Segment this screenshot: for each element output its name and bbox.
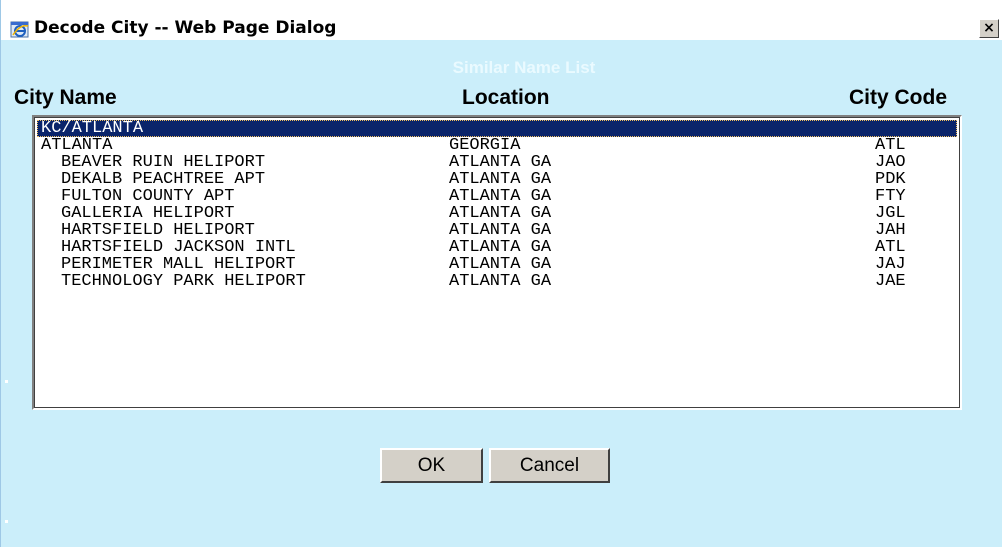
list-item-city-name: HARTSFIELD HELIPORT — [61, 221, 255, 240]
list-item[interactable]: PERIMETER MALL HELIPORT ATLANTA GA JAJ — [37, 256, 957, 273]
list-item-location: ATLANTA GA — [449, 255, 552, 274]
list-item[interactable]: BEAVER RUIN HELIPORT ATLANTA GA JAO — [37, 154, 957, 171]
city-listbox[interactable]: KC/ATLANTA ATLANTA GEORGIA ATL BEAVER RUIN H… — [32, 115, 962, 410]
list-item-city-code: JAH — [875, 221, 906, 240]
list-item[interactable]: GALLERIA HELIPORT ATLANTA GA JGL — [37, 205, 957, 222]
ok-button[interactable]: OK — [380, 448, 483, 483]
column-header-location: Location — [462, 86, 550, 109]
list-item-city-name: DEKALB PEACHTREE APT — [61, 170, 266, 189]
edge-artifact — [5, 520, 8, 523]
list-item-city-name: KC/ATLANTA — [41, 119, 144, 138]
window-title: Decode City -- Web Page Dialog — [34, 18, 337, 38]
list-item-city-name: PERIMETER MALL HELIPORT — [61, 255, 296, 274]
list-item-location: ATLANTA GA — [449, 221, 552, 240]
list-item-location: ATLANTA GA — [449, 204, 552, 223]
list-item-city-name: TECHNOLOGY PARK HELIPORT — [61, 272, 306, 291]
list-item-city-name: ATLANTA — [41, 136, 113, 155]
ie-dialog-icon — [10, 19, 30, 39]
close-button[interactable]: × — [979, 19, 999, 38]
list-item-location: ATLANTA GA — [449, 170, 552, 189]
list-item[interactable]: HARTSFIELD JACKSON INTL ATLANTA GA ATL — [37, 239, 957, 256]
list-item-location: ATLANTA GA — [449, 272, 552, 291]
list-item-city-name: BEAVER RUIN HELIPORT — [61, 153, 266, 172]
list-item[interactable]: DEKALB PEACHTREE APT ATLANTA GA PDK — [37, 171, 957, 188]
list-item-city-name: FULTON COUNTY APT — [61, 187, 235, 206]
list-item[interactable]: FULTON COUNTY APT ATLANTA GA FTY — [37, 188, 957, 205]
list-item-city-code: JAE — [875, 272, 906, 291]
list-item-city-code: JGL — [875, 204, 906, 223]
list-item-city-code: ATL — [875, 238, 906, 257]
cancel-button[interactable]: Cancel — [489, 448, 610, 483]
list-item-location: ATLANTA GA — [449, 238, 552, 257]
list-item[interactable]: HARTSFIELD HELIPORT ATLANTA GA JAH — [37, 222, 957, 239]
list-item-city-code: JAO — [875, 153, 906, 172]
list-item-city-name: HARTSFIELD JACKSON INTL — [61, 238, 296, 257]
list-item-city-code: ATL — [875, 136, 906, 155]
list-item-location: GEORGIA — [449, 136, 521, 155]
list-item-city-code: JAJ — [875, 255, 906, 274]
list-item-city-code: PDK — [875, 170, 906, 189]
list-item[interactable]: ATLANTA GEORGIA ATL — [37, 137, 957, 154]
list-item-city-name: GALLERIA HELIPORT — [61, 204, 235, 223]
list-item[interactable]: KC/ATLANTA — [37, 120, 957, 137]
close-icon: × — [983, 20, 995, 36]
column-header-city-name: City Name — [14, 86, 117, 109]
edge-artifact — [5, 380, 8, 383]
list-item-city-code: FTY — [875, 187, 906, 206]
similar-name-list-title: Similar Name List — [452, 58, 596, 77]
city-list: KC/ATLANTA ATLANTA GEORGIA ATL BEAVER RUIN H… — [37, 120, 957, 405]
decode-city-dialog: Decode City -- Web Page Dialog × Similar… — [0, 0, 1002, 547]
list-item-location: ATLANTA GA — [449, 187, 552, 206]
column-header-city-code: City Code — [849, 86, 948, 109]
list-item[interactable]: TECHNOLOGY PARK HELIPORT ATLANTA GA JAE — [37, 273, 957, 290]
title-bar: Decode City -- Web Page Dialog × — [1, 0, 1002, 40]
list-item-location: ATLANTA GA — [449, 153, 552, 172]
